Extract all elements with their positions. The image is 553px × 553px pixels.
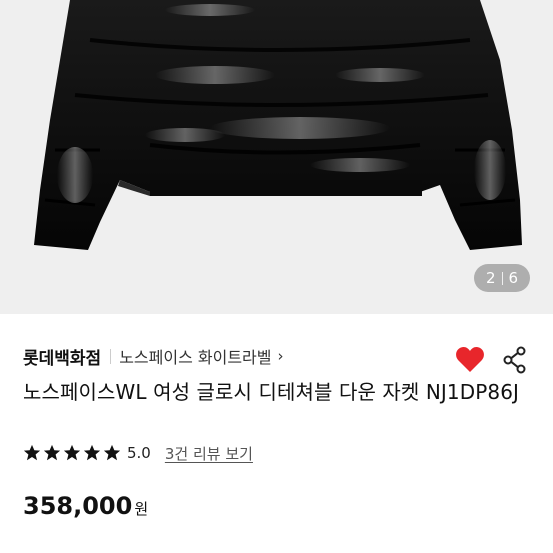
image-page-indicator: 2 6 [474,264,530,292]
price: 358,000 [23,492,133,520]
heart-icon [456,346,484,372]
rating-score: 5.0 [127,444,151,462]
brand-link[interactable]: 노스페이스 화이트라벨 [119,344,271,368]
store-name: 롯데백화점 [23,348,102,369]
reviews-link[interactable]: 3건 리뷰 보기 [165,443,253,464]
star-rating [23,444,121,462]
rating-row: 5.0 3건 리뷰 보기 [23,441,253,465]
product-title: 노스페이스WL 여성 글로시 디테쳐블 다운 자켓 NJ1DP86J [23,380,520,404]
currency-unit: 원 [134,500,149,518]
total-image-count: 6 [508,269,519,287]
indicator-divider [501,271,503,285]
share-button[interactable] [502,346,528,374]
share-icon [503,346,526,374]
product-image[interactable]: 2 6 [0,0,553,314]
wishlist-button[interactable] [455,345,485,373]
store-brand-row: 롯데백화점 노스페이스 화이트라벨 › [23,344,284,369]
divider [110,348,112,364]
star-icon [83,444,101,461]
price-row: 358,000 원 [23,492,148,520]
star-icon [103,444,121,461]
current-image-index: 2 [485,269,496,287]
chevron-right-icon[interactable]: › [278,347,284,365]
star-icon [63,444,81,461]
jacket-photo [0,0,553,314]
star-icon [23,444,41,461]
star-icon [43,444,61,461]
